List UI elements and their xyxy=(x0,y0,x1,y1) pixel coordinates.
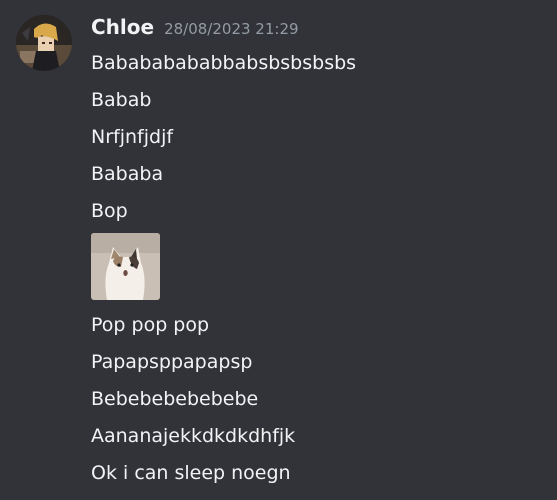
message-line: Ok i can sleep noegn xyxy=(91,462,291,484)
message-line: Bababa xyxy=(91,163,164,185)
message-line: Papapsppapapsp xyxy=(91,351,253,373)
message-line: Pop pop pop xyxy=(91,314,210,336)
user-avatar[interactable] xyxy=(16,15,72,71)
username[interactable]: Chloe xyxy=(91,15,154,39)
pop-cat-image xyxy=(91,233,160,300)
message-timestamp: 28/08/2023 21:29 xyxy=(164,20,299,38)
image-attachment[interactable] xyxy=(91,233,160,300)
avatar-image xyxy=(16,15,72,71)
message-group: Chloe 28/08/2023 21:29 Babababababbabsbs… xyxy=(0,0,557,500)
message-line: Aananajekkdkdkdhfjk xyxy=(91,425,296,447)
message-line: Bebebebebebebe xyxy=(91,388,259,410)
message-line: Babababababbabsbsbsbsbs xyxy=(91,52,357,74)
message-line: Bop xyxy=(91,200,128,222)
message-line: Babab xyxy=(91,89,152,111)
message-header: Chloe 28/08/2023 21:29 xyxy=(91,15,299,47)
message-line: Nrfjnfjdjf xyxy=(91,126,174,148)
